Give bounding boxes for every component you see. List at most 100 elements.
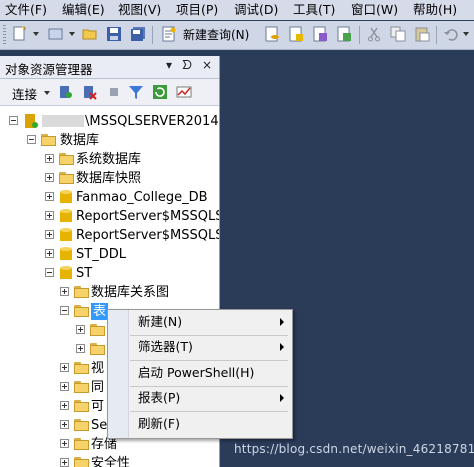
panel-menu-icon[interactable]: ▾ (166, 58, 172, 72)
tree-node-security[interactable]: 安全性 (60, 454, 219, 467)
open-folder-icon[interactable] (82, 26, 98, 42)
folder-icon (59, 172, 75, 184)
expand-icon[interactable] (45, 154, 54, 163)
menu-item-powershell[interactable]: 启动 PowerShell(H) (138, 365, 254, 381)
pin-icon[interactable]: ᗤ (182, 58, 192, 73)
toolbar-separator (152, 26, 153, 44)
tree-node-database[interactable]: Fanmao_College_DB (45, 188, 219, 207)
expand-icon[interactable] (60, 458, 69, 467)
expand-icon[interactable] (76, 344, 85, 353)
menu-item-new[interactable]: 新建(N) (138, 314, 182, 330)
collapse-icon[interactable] (45, 268, 54, 277)
tree-node-database[interactable]: ReportServer$MSSQLS (45, 226, 219, 245)
menu-window[interactable]: 窗口(W) (351, 2, 398, 18)
add-item-icon[interactable] (48, 26, 64, 42)
new-project-icon[interactable] (12, 26, 28, 42)
menu-project[interactable]: 项目(P) (176, 2, 218, 18)
tree-label: 安全性 (91, 456, 131, 467)
disconnect-icon[interactable] (81, 84, 97, 100)
menu-edit[interactable]: 编辑(E) (62, 2, 105, 18)
folder-icon (74, 381, 90, 393)
server-icon (25, 114, 38, 128)
activity-monitor-icon[interactable] (176, 84, 192, 100)
save-icon[interactable] (106, 26, 122, 42)
refresh-icon[interactable] (152, 84, 168, 100)
expand-icon[interactable] (45, 249, 54, 258)
menu-help[interactable]: 帮助(H) (413, 2, 457, 18)
mdx-query-icon[interactable] (312, 26, 328, 42)
tree-node-databases[interactable]: 数据库 (27, 131, 217, 150)
tree-node-db-snapshots[interactable]: 数据库快照 (45, 169, 219, 188)
connect-button[interactable]: 连接 (12, 84, 37, 103)
tree-label: 系统数据库 (76, 152, 142, 167)
db-engine-query-icon[interactable] (264, 26, 280, 42)
expand-icon[interactable] (60, 382, 69, 391)
stop-icon[interactable] (106, 84, 122, 100)
toolbar-separator (436, 26, 437, 44)
expand-icon[interactable] (45, 173, 54, 182)
menu-separator (130, 386, 288, 387)
save-all-icon[interactable] (130, 26, 146, 42)
tree-node-database[interactable]: ReportServer$MSSQLS (45, 207, 219, 226)
copy-icon[interactable] (390, 26, 406, 42)
menu-debug[interactable]: 调试(D) (234, 2, 278, 18)
watermark-text: https://blog.csdn.net/weixin_46218781 (234, 442, 474, 456)
expand-icon[interactable] (76, 325, 85, 334)
tree-node-diagrams[interactable]: 数据库关系图 (60, 283, 219, 302)
close-icon[interactable]: × (202, 58, 212, 72)
folder-icon (74, 419, 90, 431)
paste-icon[interactable] (414, 26, 430, 42)
tree-label: ST_DDL (76, 247, 126, 262)
xmla-query-icon[interactable] (336, 26, 352, 42)
expand-icon[interactable] (60, 439, 69, 448)
tree-node-system-databases[interactable]: 系统数据库 (45, 150, 219, 169)
context-menu: 新建(N) 筛选器(T) 启动 PowerShell(H) 报表(P) 刷新(F… (107, 309, 293, 439)
tree-node-database-st[interactable]: ST (45, 264, 219, 283)
tree-label: 可 (91, 399, 105, 414)
expand-icon[interactable] (60, 401, 69, 410)
expand-icon[interactable] (60, 363, 69, 372)
chevron-down-icon[interactable] (33, 32, 39, 36)
standard-toolbar: 新建查询(N) (0, 21, 474, 50)
tree-label: 数据库快照 (76, 171, 142, 186)
collapse-icon[interactable] (60, 306, 69, 315)
chevron-down-icon[interactable] (44, 91, 50, 95)
menu-tools[interactable]: 工具(T) (293, 2, 335, 18)
connect-server-icon[interactable] (57, 84, 73, 100)
tree-label: 同 (91, 380, 105, 395)
menu-item-refresh[interactable]: 刷新(F) (138, 416, 180, 432)
menu-bar: 文件(F) 编辑(E) 视图(V) 项目(P) 调试(D) 工具(T) 窗口(W… (0, 0, 474, 20)
tree-node-database[interactable]: ST_DDL (45, 245, 219, 264)
tree-label-selected: 表 (91, 303, 109, 320)
expand-icon[interactable] (60, 420, 69, 429)
menu-item-filter[interactable]: 筛选器(T) (138, 339, 193, 355)
menu-file[interactable]: 文件(F) (5, 2, 47, 18)
tree-label: Fanmao_College_DB (76, 190, 208, 205)
expand-icon[interactable] (45, 230, 54, 239)
expand-icon[interactable] (60, 287, 69, 296)
new-query-icon[interactable] (161, 26, 177, 42)
chevron-down-icon[interactable] (69, 32, 75, 36)
database-icon (60, 247, 72, 260)
analysis-query-icon[interactable] (288, 26, 304, 42)
expand-icon[interactable] (45, 192, 54, 201)
undo-icon[interactable] (443, 26, 459, 42)
expand-icon[interactable] (45, 211, 54, 220)
cut-icon[interactable] (366, 26, 382, 42)
filter-icon[interactable] (128, 84, 144, 100)
new-query-button[interactable]: 新建查询(N) (183, 26, 249, 44)
submenu-arrow-icon (280, 318, 284, 326)
panel-title: 对象资源管理器 (5, 62, 93, 77)
tree-label: 数据库关系图 (91, 285, 170, 300)
tree-node-server[interactable]: \MSSQLSERVER2014 (9, 112, 219, 131)
chevron-down-icon[interactable] (463, 32, 469, 36)
database-icon (60, 228, 72, 241)
collapse-icon[interactable] (27, 135, 36, 144)
object-explorer-toolbar: 连接 (0, 79, 219, 106)
menu-view[interactable]: 视图(V) (118, 2, 161, 18)
collapse-icon[interactable] (9, 116, 18, 125)
tree-label: 视 (91, 361, 105, 376)
menu-item-reports[interactable]: 报表(P) (138, 390, 180, 406)
toolbar-grip[interactable] (3, 25, 6, 45)
database-icon (60, 209, 72, 222)
